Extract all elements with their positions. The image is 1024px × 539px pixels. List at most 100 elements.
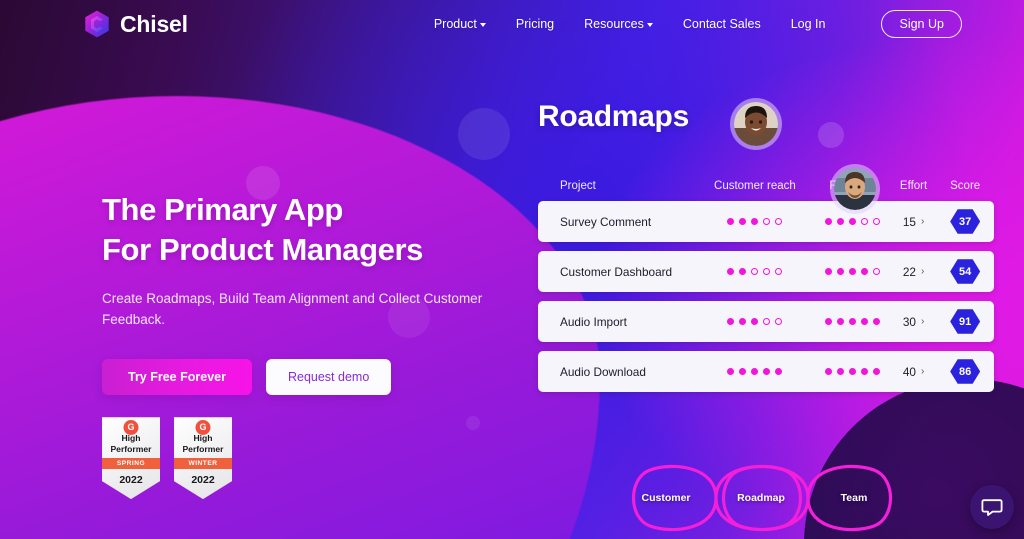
rating-dot	[763, 218, 771, 225]
g2-badge: G High Performer WINTER 2022	[174, 417, 232, 500]
table-row[interactable]: Customer Dashboard 22 › 54	[538, 251, 994, 292]
brand-logo[interactable]: Chisel	[84, 10, 188, 38]
table-row[interactable]: Audio Import 30 › 91	[538, 301, 994, 342]
effort-value: 40	[902, 364, 916, 379]
chevron-right-icon: ›	[920, 316, 925, 327]
cell-project: Audio Download	[560, 364, 646, 379]
g2-badge-title: High Performer	[182, 433, 224, 454]
loop-label-customer: Customer	[641, 492, 691, 504]
nav-link-label: Resources	[584, 17, 644, 31]
rating-dot	[727, 318, 735, 325]
effort-value: 30	[902, 314, 916, 329]
g2-logo-icon: G	[195, 420, 211, 436]
g2-badge: G High Performer SPRING 2022	[102, 417, 160, 500]
table-header-row: Project Customer reach Revenue Effort Sc…	[538, 180, 994, 192]
nav-link-pricing[interactable]: Pricing	[516, 17, 554, 31]
rating-dot	[848, 268, 856, 275]
rating-dot	[860, 268, 868, 275]
nav-links: Product Pricing Resources Contact Sales …	[434, 10, 962, 38]
rating-dot	[836, 368, 844, 375]
effort-value: 22	[902, 264, 916, 279]
rating-dot	[727, 268, 735, 275]
rating-dot	[860, 368, 868, 375]
rating-dot	[727, 368, 735, 375]
rating-dot	[751, 268, 759, 275]
avatar-photo-woman	[734, 102, 778, 146]
nav-link-label: Contact Sales	[682, 17, 761, 31]
rating-dot	[872, 318, 880, 325]
rating-dot	[763, 368, 771, 375]
cell-effort: 22 ›	[887, 263, 941, 281]
g2-badge-year: 2022	[119, 474, 143, 487]
g2-badge-season: WINTER	[174, 458, 232, 470]
rating-dot	[739, 218, 747, 225]
nav-link-product[interactable]: Product	[434, 17, 486, 31]
rating-dot	[824, 368, 832, 375]
rating-dot	[848, 318, 856, 325]
g2-badge-title: High Performer	[110, 433, 152, 454]
cell-project: Survey Comment	[560, 214, 652, 229]
cell-project: Audio Import	[560, 314, 627, 329]
rating-dot	[751, 368, 759, 375]
request-demo-button[interactable]: Request demo	[265, 359, 392, 396]
score-badge: 91	[950, 309, 981, 334]
cell-score: 54	[940, 259, 990, 285]
chevron-down-icon	[479, 23, 486, 27]
roadmap-table-rows: Survey Comment 15 › 37 Customer Dashboard 22 ›…	[538, 201, 994, 392]
chat-widget-button[interactable]	[970, 485, 1014, 529]
cell-revenue	[818, 268, 887, 275]
rating-dot	[727, 218, 735, 225]
rating-dot	[824, 218, 832, 225]
cell-score: 86	[940, 359, 990, 385]
hero-subtitle: Create Roadmaps, Build Team Alignment an…	[102, 291, 483, 328]
chisel-hexagon-logo-icon	[85, 10, 109, 38]
cell-customer-reach	[692, 218, 818, 225]
chevron-right-icon: ›	[920, 366, 925, 377]
chevron-right-icon: ›	[920, 266, 925, 277]
hero-title-line-1: The Primary App	[102, 192, 343, 227]
rating-dot	[739, 368, 747, 375]
g2-badge-year: 2022	[191, 474, 215, 487]
cell-effort: 15 ›	[887, 213, 941, 231]
hero-title: The Primary App For Product Managers	[102, 190, 522, 269]
decorative-circle	[458, 108, 510, 160]
rating-dot	[775, 268, 783, 275]
rating-dot	[860, 318, 868, 325]
cell-customer-reach	[692, 368, 818, 375]
effort-value: 15	[902, 214, 916, 229]
cell-revenue	[818, 218, 887, 225]
hero-section: The Primary App For Product Managers Cre…	[102, 190, 522, 500]
cell-customer-reach	[692, 268, 818, 275]
rating-dot	[739, 268, 747, 275]
rating-dot	[860, 218, 868, 225]
cell-revenue	[818, 368, 887, 375]
hero-title-line-2: For Product Managers	[102, 231, 423, 267]
rating-dot	[848, 218, 856, 225]
avatar	[730, 98, 782, 150]
nav-link-contact-sales[interactable]: Contact Sales	[683, 17, 761, 31]
rating-dot	[836, 268, 844, 275]
table-row[interactable]: Survey Comment 15 › 37	[538, 201, 994, 242]
loop-label-roadmap: Roadmap	[737, 492, 785, 504]
cell-customer-reach	[692, 318, 818, 325]
avatar	[830, 164, 880, 214]
table-row[interactable]: Audio Download 40 › 86	[538, 351, 994, 392]
column-header-effort: Effort	[899, 180, 928, 192]
rating-dot	[751, 218, 759, 225]
rating-dot	[872, 218, 880, 225]
nav-link-resources[interactable]: Resources	[584, 17, 653, 31]
score-badge: 54	[950, 259, 981, 284]
rating-dot	[824, 318, 832, 325]
cell-effort: 30 ›	[887, 313, 941, 331]
rating-dot	[751, 318, 759, 325]
try-free-forever-button[interactable]: Try Free Forever	[102, 359, 252, 396]
rating-dot	[872, 268, 880, 275]
chevron-down-icon	[646, 23, 653, 27]
score-badge: 86	[950, 359, 981, 384]
chevron-right-icon: ›	[920, 216, 925, 227]
cell-score: 37	[940, 209, 990, 235]
sign-up-button[interactable]: Sign Up	[881, 10, 962, 38]
rating-dot	[824, 268, 832, 275]
column-header-project: Project	[560, 180, 596, 192]
nav-link-log-in[interactable]: Log In	[791, 17, 826, 31]
